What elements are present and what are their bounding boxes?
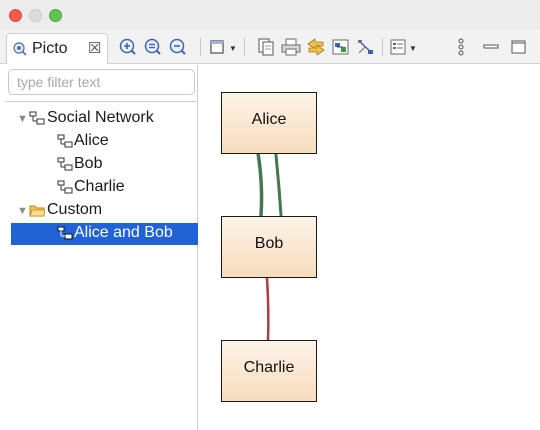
chevron-down-icon[interactable]: ▼ <box>409 44 417 53</box>
toolbar-separator <box>244 38 245 56</box>
graph-node-charlie[interactable]: Charlie <box>221 340 317 402</box>
view-menu-icon[interactable] <box>388 37 410 57</box>
tree-pane: ▼ Social Network Alice <box>5 65 198 430</box>
edge-bob-charlie <box>265 276 270 343</box>
toolbar-separator <box>382 38 383 56</box>
filter-icon[interactable] <box>355 37 377 57</box>
export-icon[interactable] <box>330 37 352 57</box>
chevron-down-icon[interactable]: ▼ <box>229 44 237 53</box>
more-menu-icon[interactable] <box>454 37 468 57</box>
graph-node-bob[interactable]: Bob <box>221 216 317 278</box>
tree-item-social-network[interactable]: ▼ Social Network <box>5 108 198 130</box>
graph-node-icon <box>57 180 73 194</box>
picto-eye-icon <box>13 42 27 56</box>
refresh-icon[interactable] <box>305 37 327 57</box>
graph-node-icon <box>29 111 45 125</box>
print-icon[interactable] <box>280 37 302 57</box>
tree-item-label: Charlie <box>74 178 125 195</box>
graph-node-label: Bob <box>254 235 284 252</box>
folder-icon <box>29 203 46 217</box>
tree-item-custom[interactable]: ▼ Custom <box>5 200 198 222</box>
maximize-view-icon[interactable] <box>510 37 528 57</box>
zoom-out-icon[interactable] <box>168 37 190 57</box>
tab-close-icon[interactable]: ☒ <box>88 39 101 57</box>
layout-menu-icon[interactable] <box>208 37 230 57</box>
graph-node-alice[interactable]: Alice <box>221 92 317 154</box>
copy-icon[interactable] <box>255 37 277 57</box>
graph-node-icon <box>57 226 73 240</box>
toolbar-separator <box>200 38 201 56</box>
tree-item-alice[interactable]: Alice <box>5 131 198 153</box>
zoom-reset-icon[interactable] <box>143 37 165 57</box>
tab-picto[interactable]: Picto ☒ <box>6 33 108 64</box>
expand-triangle-icon[interactable]: ▼ <box>17 113 28 125</box>
tree-item-alice-and-bob[interactable]: Alice and Bob <box>11 223 198 245</box>
view-toolbar: Picto ☒ ▼ ▼ <box>0 30 540 64</box>
tab-picto-label: Picto <box>32 40 68 57</box>
graph-canvas[interactable]: Alice Bob Charlie <box>199 65 540 430</box>
tree-item-label: Alice <box>74 132 109 149</box>
tree-item-label: Alice and Bob <box>74 224 173 241</box>
filter-input[interactable] <box>8 69 195 95</box>
close-window-button[interactable] <box>9 9 22 22</box>
zoom-window-button[interactable] <box>49 9 62 22</box>
tree-item-bob[interactable]: Bob <box>5 154 198 176</box>
edge-alice-bob <box>256 151 264 217</box>
tree-item-label: Custom <box>47 201 103 218</box>
tree-item-charlie[interactable]: Charlie <box>5 177 198 199</box>
graph-node-label: Alice <box>251 111 287 128</box>
graph-node-label: Charlie <box>243 359 295 376</box>
graph-node-icon <box>57 157 73 171</box>
tree-view[interactable]: ▼ Social Network Alice Bob Charlie ▼ Cus… <box>5 101 198 430</box>
minimize-view-icon[interactable] <box>482 37 500 57</box>
edge-alice-bob <box>274 153 283 217</box>
expand-triangle-icon[interactable]: ▼ <box>17 205 28 217</box>
window-titlebar <box>0 0 540 30</box>
graph-node-icon <box>57 134 73 148</box>
tree-item-label: Bob <box>74 155 103 172</box>
tree-item-label: Social Network <box>47 109 154 126</box>
zoom-in-icon[interactable] <box>118 37 140 57</box>
minimize-window-button[interactable] <box>29 9 42 22</box>
